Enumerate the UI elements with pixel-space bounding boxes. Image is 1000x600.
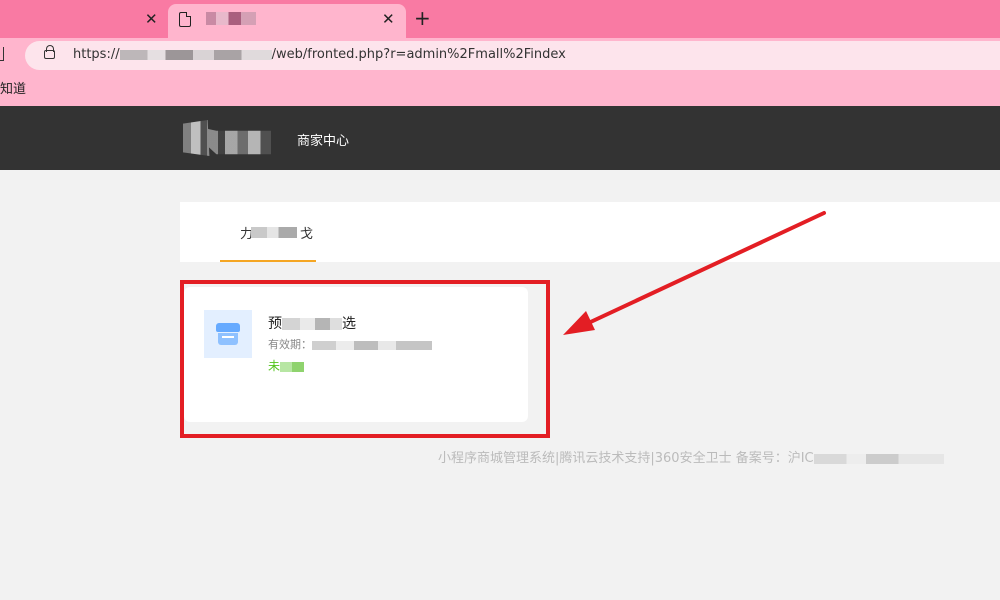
annotation-arrow [563,211,826,335]
